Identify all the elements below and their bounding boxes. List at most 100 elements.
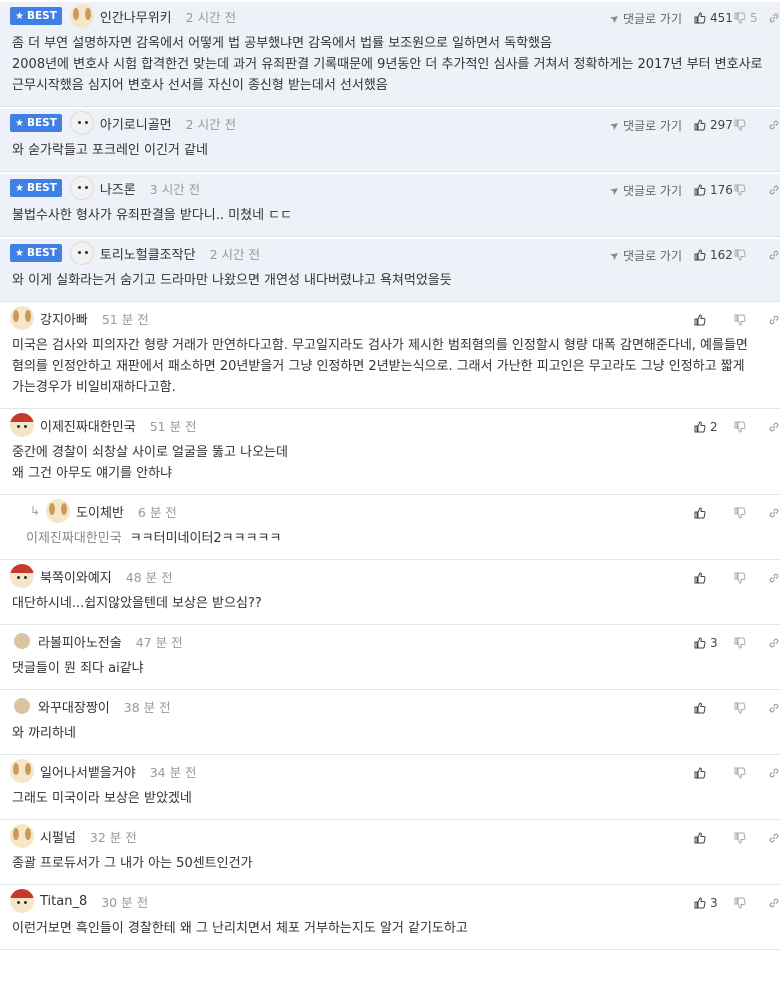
goto-label: 댓글로 가기: [622, 183, 682, 198]
downvote-button[interactable]: [734, 184, 764, 196]
share-link-icon[interactable]: [768, 249, 780, 261]
avatar[interactable]: [10, 889, 34, 913]
share-link-icon[interactable]: [768, 572, 780, 584]
thumbs-down-icon: [734, 184, 746, 196]
downvote-button[interactable]: [734, 897, 764, 909]
upvote-button[interactable]: 297: [694, 118, 734, 132]
avatar[interactable]: [14, 633, 30, 649]
author-nickname[interactable]: 토리노헐클조작단: [100, 244, 196, 263]
comment-text: 미국은 검사와 피의자간 형량 거래가 만연하다고함. 무고일지라도 검사가 제…: [12, 338, 748, 395]
share-link-icon[interactable]: [768, 637, 780, 649]
comment-body: 와 까리하네: [10, 720, 768, 754]
share-link-icon[interactable]: [768, 767, 780, 779]
upvote-button[interactable]: 3: [694, 896, 734, 910]
upvote-button[interactable]: 2: [694, 420, 734, 434]
share-link-icon[interactable]: [768, 832, 780, 844]
upvote-button[interactable]: [694, 832, 734, 844]
thumbs-up-icon: [694, 507, 706, 519]
comment-text: 그래도 미국이라 보상은 받았겠네: [12, 791, 192, 806]
share-link-icon[interactable]: [768, 184, 780, 196]
share-link-icon[interactable]: [768, 421, 780, 433]
comment-item: 라볼피아노전술 47 분 전 3 댓글들이 뭔 죄다 ai같냐: [0, 627, 780, 690]
comment-header: 와꾸대장짱이 38 분 전: [10, 692, 779, 720]
goto-comment-link[interactable]: ➤ 댓글로 가기: [607, 247, 682, 264]
downvote-button[interactable]: [734, 767, 764, 779]
avatar[interactable]: [10, 413, 34, 437]
downvote-button[interactable]: [734, 572, 764, 584]
goto-comment-link[interactable]: ➤ 댓글로 가기: [607, 117, 682, 134]
author-nickname[interactable]: 강지아빠: [40, 309, 88, 328]
thumbs-down-icon: [734, 637, 746, 649]
author-nickname[interactable]: 라볼피아노전술: [38, 632, 122, 651]
best-badge: ★ BEST: [10, 114, 62, 132]
comment-actions: 2: [694, 413, 780, 441]
upvote-button[interactable]: [694, 507, 734, 519]
comment-item: 일어나서뱉을거야 34 분 전그래도 미국이라 보상은 받았겠네: [0, 757, 780, 820]
avatar[interactable]: [69, 4, 94, 28]
thumbs-down-icon: [734, 12, 746, 24]
avatar[interactable]: [46, 499, 71, 523]
share-link-icon[interactable]: [768, 119, 780, 131]
comment-text-line: 그래도 미국이라 보상은 받았겠네: [12, 788, 768, 809]
reply-parent-nickname[interactable]: 이제진짜대한민국: [26, 531, 122, 546]
share-link-icon[interactable]: [768, 507, 780, 519]
avatar[interactable]: [14, 698, 30, 714]
avatar[interactable]: [69, 176, 94, 200]
comment-time: 47 분 전: [135, 634, 183, 650]
share-link-icon[interactable]: [768, 702, 780, 714]
author-nickname[interactable]: 북쪽이와예지: [40, 567, 112, 586]
comment-text: 좀 더 부연 설명하자면 감옥에서 어떻게 법 공부했냐면 감옥에서 법률 보조…: [12, 36, 552, 51]
upvote-button[interactable]: 3: [694, 636, 734, 650]
upvote-button[interactable]: [694, 702, 734, 714]
comment-text: 대단하시네...쉽지않았을텐데 보상은 받으심??: [12, 596, 262, 611]
downvote-button[interactable]: [734, 832, 764, 844]
downvote-button[interactable]: [734, 421, 764, 433]
author-nickname[interactable]: 와꾸대장짱이: [38, 697, 110, 716]
upvote-button[interactable]: [694, 314, 734, 326]
avatar[interactable]: [69, 241, 94, 265]
goto-comment-link[interactable]: ➤ 댓글로 가기: [607, 10, 682, 27]
comment-header: 시펄넘 32 분 전: [10, 822, 779, 850]
downvote-button[interactable]: [734, 507, 764, 519]
share-link-icon[interactable]: [768, 897, 780, 909]
upvote-button[interactable]: [694, 572, 734, 584]
star-icon: ★: [15, 117, 24, 129]
comment-body: 대단하시네...쉽지않았을텐데 보상은 받으심??: [10, 590, 768, 624]
author-nickname[interactable]: 일어나서뱉을거야: [40, 762, 136, 781]
downvote-button[interactable]: [734, 314, 764, 326]
comment-text: 와 이게 실화라는거 숨기고 드라마만 나왔으면 개연성 내다버렸냐고 욕쳐먹었…: [12, 273, 452, 288]
author-nickname[interactable]: 아기로니골먼: [100, 114, 172, 133]
avatar[interactable]: [10, 759, 34, 783]
author-nickname[interactable]: 도이체반: [76, 502, 124, 521]
downvote-button[interactable]: [734, 637, 764, 649]
share-link-icon[interactable]: [768, 314, 780, 326]
comment-header: ↳ 도이체반 6 분 전: [10, 497, 779, 525]
downvote-button[interactable]: [734, 119, 764, 131]
comment-text: 이런거보면 흑인들이 경찰한테 왜 그 난리치면서 체포 거부하는지도 알거 같…: [12, 921, 468, 936]
author-nickname[interactable]: 시펄넘: [40, 827, 76, 846]
goto-comment-link[interactable]: ➤ 댓글로 가기: [607, 182, 682, 199]
avatar[interactable]: [69, 111, 94, 135]
downvote-button[interactable]: [734, 702, 764, 714]
author-nickname[interactable]: 이제진짜대한민국: [40, 416, 136, 435]
share-link-icon[interactable]: [768, 12, 780, 24]
author-nickname[interactable]: 나즈론: [100, 179, 136, 198]
upvote-button[interactable]: [694, 767, 734, 779]
thumbs-down-icon: [734, 832, 746, 844]
avatar[interactable]: [10, 824, 34, 848]
comment-text-line: 댓글들이 뭔 죄다 ai같냐: [12, 658, 768, 679]
comment-body: 이제진짜대한민국 ㅋㅋ터미네이터2ㅋㅋㅋㅋㅋ: [10, 525, 768, 559]
downvote-button[interactable]: [734, 249, 764, 261]
author-nickname[interactable]: Titan_8: [40, 894, 87, 909]
avatar[interactable]: [10, 306, 34, 330]
upvote-button[interactable]: 162: [694, 248, 734, 262]
comment-header: 일어나서뱉을거야 34 분 전: [10, 757, 779, 785]
upvote-button[interactable]: 451: [694, 11, 734, 25]
author-nickname[interactable]: 인간나무위키: [100, 7, 172, 26]
comment-text: 왜 그건 아무도 얘기를 안하냐: [12, 466, 173, 481]
upvote-button[interactable]: 176: [694, 183, 734, 197]
comment-time: 48 분 전: [125, 569, 173, 585]
avatar[interactable]: [10, 564, 34, 588]
downvote-button[interactable]: 5: [734, 11, 764, 25]
upvote-count: 2: [710, 420, 718, 434]
